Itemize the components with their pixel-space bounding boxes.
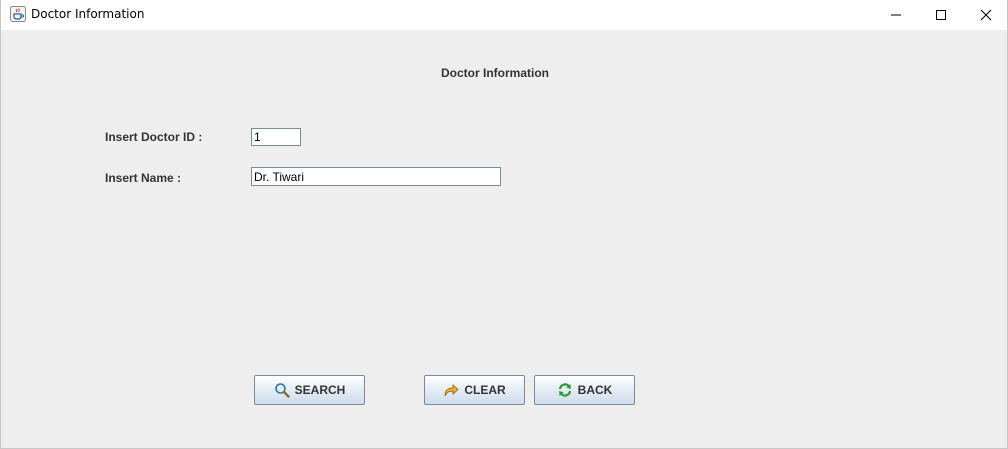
redo-arrow-icon	[443, 382, 460, 398]
clear-button[interactable]: CLEAR	[424, 375, 525, 405]
minimize-button[interactable]	[873, 0, 919, 30]
doctor-name-label: Insert Name :	[105, 171, 182, 185]
page-title: Doctor Information	[441, 66, 549, 80]
close-icon	[980, 9, 992, 21]
window-title: Doctor Information	[31, 7, 145, 21]
back-button[interactable]: BACK	[534, 375, 635, 405]
close-button[interactable]	[963, 0, 1008, 30]
magnifier-icon	[274, 382, 290, 398]
java-cup-icon	[10, 6, 26, 22]
app-window: Doctor Information Doctor Information In…	[0, 0, 1008, 449]
clear-button-label: CLEAR	[464, 383, 506, 397]
back-button-label: BACK	[577, 383, 613, 397]
doctor-id-label: Insert Doctor ID :	[105, 130, 203, 144]
search-button[interactable]: SEARCH	[254, 375, 365, 405]
maximize-button[interactable]	[918, 0, 964, 30]
doctor-name-field[interactable]	[251, 167, 501, 186]
refresh-icon	[557, 382, 573, 398]
form-panel: Doctor Information Insert Doctor ID : In…	[1, 30, 1007, 448]
search-button-label: SEARCH	[294, 383, 346, 397]
maximize-icon	[936, 10, 946, 20]
title-bar[interactable]: Doctor Information	[1, 0, 1007, 30]
doctor-id-field[interactable]	[251, 128, 301, 146]
minimize-icon	[891, 14, 901, 16]
